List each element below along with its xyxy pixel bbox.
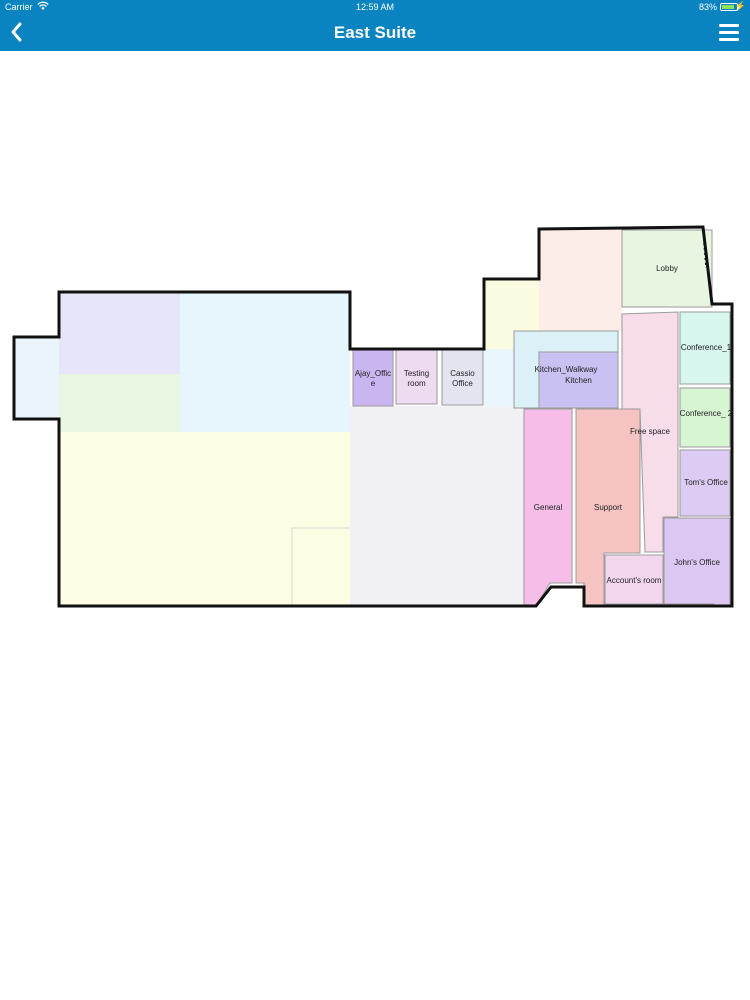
room-conference-2[interactable] xyxy=(679,387,731,448)
room-toms-office[interactable] xyxy=(679,449,731,517)
area-left-top xyxy=(59,292,180,374)
room-general[interactable] xyxy=(523,408,573,607)
room-cassio-office[interactable] xyxy=(441,348,484,406)
area-left-middle xyxy=(59,374,180,432)
clock: 12:59 AM xyxy=(355,2,395,12)
chevron-left-icon xyxy=(11,22,22,42)
area-peach xyxy=(539,229,622,331)
navigation-bar: East Suite xyxy=(0,14,750,51)
room-accounts[interactable] xyxy=(604,554,664,605)
area-corridor xyxy=(484,349,514,407)
area-left-entry xyxy=(14,337,59,419)
charging-icon: ⚡ xyxy=(734,1,746,11)
area-top-center xyxy=(180,292,350,432)
room-lobby[interactable] xyxy=(621,229,713,308)
battery-percent: 83% xyxy=(698,2,717,12)
hamburger-menu-icon xyxy=(719,24,739,27)
room-conference-1[interactable] xyxy=(679,311,731,385)
back-button[interactable] xyxy=(6,18,34,46)
floor-plan: Lobby Conference_1 Ajay_Offic e Testing … xyxy=(0,51,750,1000)
status-bar: Carrier 12:59 AM 83% ⚡ xyxy=(0,0,750,14)
menu-button[interactable] xyxy=(716,20,742,46)
area-bottom-left xyxy=(59,432,350,606)
area-open-floor xyxy=(350,406,524,606)
room-johns-office[interactable] xyxy=(663,517,731,607)
floor-plan-map xyxy=(12,225,734,608)
page-title: East Suite xyxy=(333,23,417,42)
room-kitchen[interactable] xyxy=(538,351,619,409)
room-testing[interactable] xyxy=(395,348,438,405)
room-ajay-office[interactable] xyxy=(352,348,394,407)
